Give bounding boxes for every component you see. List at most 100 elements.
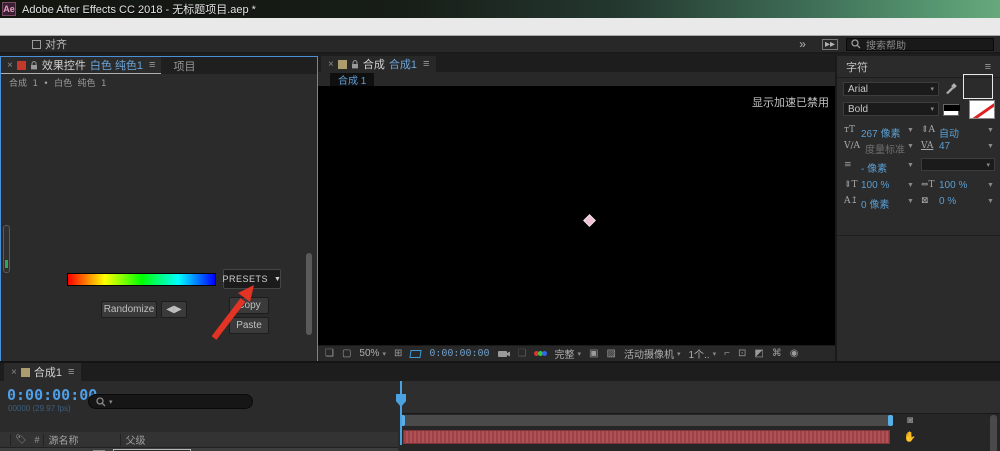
work-area-bar[interactable] [400,415,893,426]
label-column-icon[interactable]: 🏷 [15,434,26,445]
presets-button[interactable]: PRESETS ▼ [223,269,281,289]
annotation-arrow [1,57,319,364]
left-scrollbar[interactable] [3,225,10,273]
panel-scrollbar[interactable] [306,253,312,335]
default-fill-stroke-icon[interactable] [943,104,959,116]
snap-control[interactable]: 对齐 [32,36,67,52]
tab-composition[interactable]: × 合成 合成1 ≡ [321,56,436,72]
kerning-icon: V∕A [844,141,860,151]
help-search-input[interactable]: 搜索帮助 [846,38,994,51]
resolution-select[interactable]: 完整▾ [555,346,582,361]
source-name-column[interactable]: 源名称 [48,432,78,447]
timeline-panel: × 合成1 ≡ 0:00:00:00 00000 (29.97 fps) ▾ 🏷… [0,361,1000,451]
fast-previews-icon[interactable]: ◩ [754,348,763,359]
character-panel: Arial▾ Bold▾ ᴛT 267 像素 ▼ ⇕A 自动 ▼ V∕A 度量标… [837,78,1000,236]
font-size-icon: ᴛT [844,125,855,135]
caret-icon[interactable]: ▼ [907,162,914,169]
tab-timeline-comp[interactable]: × 合成1 ≡ [4,363,81,381]
comp-subtab[interactable]: 合成 1 [330,73,374,86]
panel-menu-icon[interactable]: ≡ [149,59,155,71]
tsume-icon: ⊠ [921,196,929,206]
pixel-aspect-icon[interactable]: ⊡ [738,348,746,359]
channels-icon[interactable] [535,351,547,356]
tab-effect-controls[interactable]: × 效果控件 白色 纯色1 ≡ [1,57,161,74]
time-ruler[interactable] [400,381,1000,414]
tracking-icon: VA [921,141,933,151]
workspace-overflow-icon[interactable]: » [791,37,814,51]
horizontal-scale-icon: ⇔T [921,180,935,190]
kerning-value[interactable]: 度量标准 [865,141,905,156]
show-snapshot-icon[interactable]: ❏ [518,348,527,359]
stroke-width-value[interactable]: - 像素 [861,160,887,175]
magnification-select[interactable]: 50%▾ [359,348,386,359]
close-icon[interactable]: × [11,367,17,378]
font-style-select[interactable]: Bold▾ [843,102,939,116]
region-icon[interactable]: ▣ [589,348,598,359]
timeline-tab-name: 合成1 [34,364,62,380]
view-layout-select[interactable]: 1个..▾ [688,346,716,361]
panel-menu-icon[interactable]: ≡ [68,366,74,378]
index-column[interactable]: # [34,435,39,445]
panel-menu-icon[interactable]: ≡ [985,61,991,73]
panel-menu-icon[interactable]: ≡ [423,58,429,70]
color-ramp-gradient[interactable] [67,273,216,286]
primary-viewer-icon[interactable]: ▢ [342,348,351,359]
caret-icon[interactable]: ▼ [907,127,914,134]
comp-marker-icon[interactable]: ◙ [907,415,913,426]
stroke-width-icon: ≡ [844,160,852,170]
layer-duration-bar[interactable] [403,430,890,444]
parent-column[interactable]: 父级 [125,432,145,447]
baseline-shift-value[interactable]: 0 像素 [861,196,889,211]
horizontal-scale-value[interactable]: 100 % [939,180,967,191]
snap-checkbox[interactable] [32,40,41,49]
randomize-button[interactable]: Randomize [101,301,157,318]
current-timecode[interactable]: 0:00:00:00 [7,386,97,404]
presets-label: PRESETS [223,274,269,284]
panel-color-square [338,60,347,69]
camera-select[interactable]: 活动摄像机▾ [624,346,681,361]
timeline-search-input[interactable]: ▾ [88,394,253,409]
hand-marker-icon[interactable]: ✋ [904,432,916,443]
tsume-value[interactable]: 0 % [939,196,956,207]
leading-value[interactable]: 自动 [939,125,959,140]
transparency-grid-icon[interactable]: ▨ [607,348,616,359]
search-icon [851,39,861,49]
caret-icon[interactable]: ▼ [987,198,994,205]
prev-next-button[interactable]: ◀▶ [161,301,187,318]
region-of-interest-icon[interactable] [410,350,422,358]
caret-icon[interactable]: ▼ [907,198,914,205]
eyedropper-icon[interactable] [945,82,957,94]
close-icon[interactable]: × [328,59,334,70]
caret-icon[interactable]: ▼ [907,143,914,150]
mini-flowchart-icon[interactable]: ⌘ [772,348,782,359]
work-area-end-handle[interactable] [888,415,893,426]
fill-color-swatch[interactable] [963,74,993,99]
reset-exposure-icon[interactable]: ◉ [790,348,799,359]
sync-settings-icon[interactable]: ▸▸ [822,39,838,50]
snapshot-icon[interactable] [498,349,510,358]
font-size-value[interactable]: 267 像素 [861,125,900,140]
caret-icon[interactable]: ▼ [987,182,994,189]
stroke-color-swatch[interactable] [969,100,995,119]
grid-guides-icon[interactable]: ⊞ [394,348,402,359]
timeline-vertical-scrollbar[interactable] [990,415,997,451]
fit-icon[interactable]: ⌐ [724,348,730,359]
caret-icon[interactable]: ▼ [987,143,994,150]
close-icon[interactable]: × [7,60,13,71]
effect-panel-target: 白色 纯色1 [90,57,143,73]
vertical-scale-value[interactable]: 100 % [861,180,889,191]
copy-button[interactable]: Copy [229,297,269,314]
playhead-line [400,381,402,445]
paste-button[interactable]: Paste [229,317,269,334]
caret-icon[interactable]: ▼ [987,127,994,134]
caret-icon[interactable]: ▼ [907,182,914,189]
effect-controls-panel: × 效果控件 白色 纯色1 ≡ 项目 合成 1 • 白色 纯色 1 PRESET… [0,56,318,365]
scroll-marker [5,260,8,268]
viewer-timecode[interactable]: 0:00:00:00 [429,348,489,359]
tab-project[interactable]: 项目 [161,57,207,74]
tracking-value[interactable]: 47 [939,141,950,152]
comp-viewport[interactable]: 显示加速已禁用 [318,86,835,345]
stroke-style-select[interactable]: ▾ [921,158,995,171]
font-family-select[interactable]: Arial▾ [843,82,939,96]
always-preview-icon[interactable]: ❏ [325,348,334,359]
